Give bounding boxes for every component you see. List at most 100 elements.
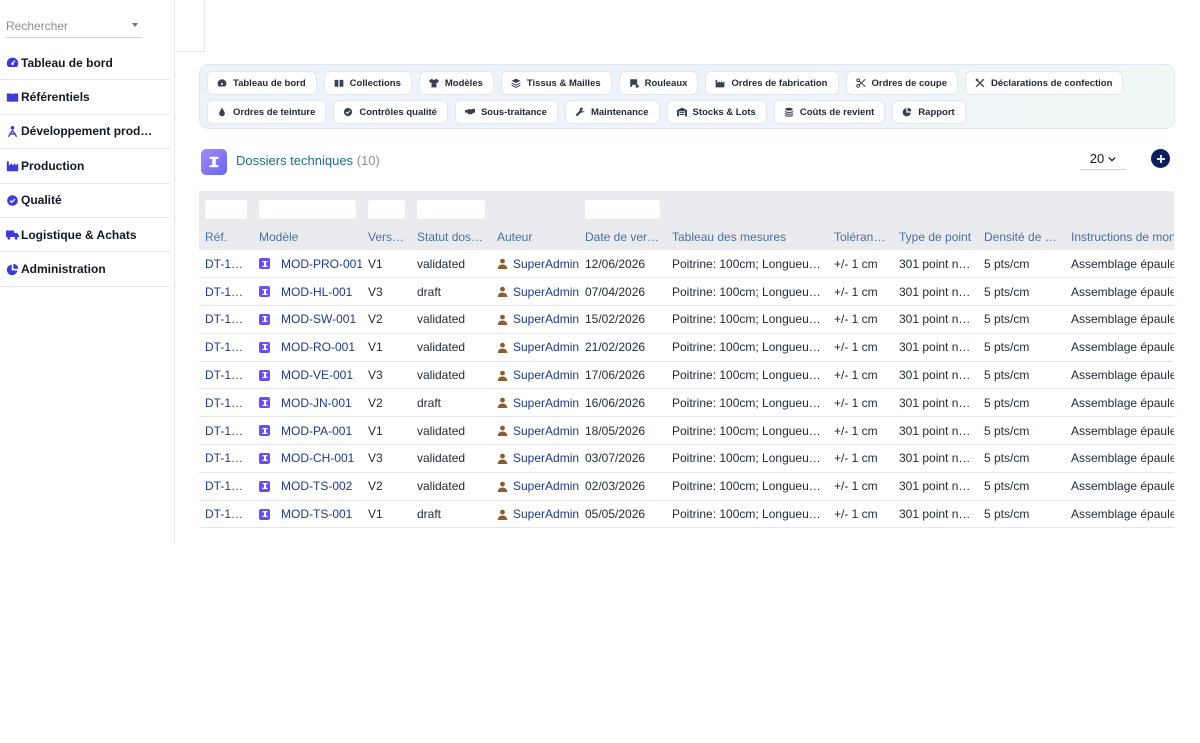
cell-ref[interactable]: DT-1008	[199, 305, 253, 334]
nav-ordres-fabrication-button[interactable]: Ordres de fabrication	[705, 71, 839, 95]
cell-ref[interactable]: DT-1007	[199, 333, 253, 362]
col-ref[interactable]: Réf.	[199, 223, 253, 250]
model-link[interactable]: MOD-VE-001	[281, 368, 353, 382]
author-link[interactable]: SuperAdmin	[513, 424, 579, 438]
nav-stocks-button[interactable]: Stocks & Lots	[666, 100, 767, 124]
chevron-down-icon[interactable]	[132, 23, 138, 27]
table-row[interactable]: DT-1005 MOD-JN-001 V2 draft SuperAdmin 16/06/…	[199, 388, 1174, 418]
author-link[interactable]: SuperAdmin	[513, 368, 579, 382]
nav-tissus-button[interactable]: Tissus & Mailles	[500, 71, 612, 95]
model-link[interactable]: MOD-CH-001	[281, 451, 354, 465]
table-row[interactable]: DT-1006 MOD-VE-001 V3 validated SuperAdmin 17…	[199, 361, 1174, 390]
cell-author[interactable]: SuperAdmin	[491, 388, 579, 418]
col-measures[interactable]: Tableau des mesures	[666, 223, 828, 250]
table-row[interactable]: DT-1003 MOD-CH-001 V3 validated SuperAdmin 03…	[199, 444, 1174, 473]
col-stitch[interactable]: Type de point	[893, 223, 978, 250]
filter-model-input[interactable]	[259, 199, 356, 219]
table-row[interactable]: DT-1009 MOD-HL-001 V3 draft SuperAdmin 07/04/…	[199, 277, 1174, 307]
cell-ref[interactable]: DT-1002	[199, 472, 253, 501]
cell-ref[interactable]: DT-1001	[199, 500, 253, 529]
sidebar-item-qualite[interactable]: Qualité	[0, 184, 170, 218]
cell-author[interactable]: SuperAdmin	[491, 361, 579, 390]
cell-model[interactable]: MOD-SW-001	[253, 305, 362, 334]
author-link[interactable]: SuperAdmin	[513, 451, 579, 465]
table-row[interactable]: DT-1010 MOD-PRO-001 V1 validated SuperAdmin 1…	[199, 250, 1174, 279]
sidebar-item-logistique[interactable]: Logistique & Achats	[0, 218, 170, 253]
nav-couts-button[interactable]: Coûts de revient	[773, 100, 886, 124]
cell-ref[interactable]: DT-1010	[199, 250, 253, 279]
author-link[interactable]: SuperAdmin	[513, 479, 579, 493]
cell-model[interactable]: MOD-PA-001	[253, 416, 362, 446]
col-model[interactable]: Modèle	[253, 223, 362, 250]
table-row[interactable]: DT-1004 MOD-PA-001 V1 validated SuperAdmin 18…	[199, 416, 1174, 446]
table-row[interactable]: DT-1002 MOD-TS-002 V2 validated SuperAdmin 02…	[199, 472, 1174, 501]
model-link[interactable]: MOD-RO-001	[281, 340, 355, 354]
nav-tableau-de-bord-button[interactable]: Tableau de bord	[207, 71, 317, 95]
cell-model[interactable]: MOD-TS-001	[253, 500, 362, 529]
per-page-select[interactable]: 20	[1080, 148, 1126, 170]
cell-model[interactable]: MOD-CH-001	[253, 444, 362, 473]
col-author[interactable]: Auteur	[491, 223, 579, 250]
nav-ordres-teinture-button[interactable]: Ordres de teinture	[207, 100, 327, 124]
cell-model[interactable]: MOD-TS-002	[253, 472, 362, 501]
author-link[interactable]: SuperAdmin	[513, 285, 579, 299]
cell-model[interactable]: MOD-JN-001	[253, 388, 362, 418]
cell-author[interactable]: SuperAdmin	[491, 472, 579, 501]
model-link[interactable]: MOD-SW-001	[281, 312, 356, 326]
nav-rouleaux-button[interactable]: Rouleaux	[618, 71, 699, 95]
sidebar-item-tableau-de-bord[interactable]: Tableau de bord	[0, 46, 170, 81]
author-link[interactable]: SuperAdmin	[513, 507, 579, 521]
cell-author[interactable]: SuperAdmin	[491, 277, 579, 307]
nav-collections-button[interactable]: Collections	[323, 71, 412, 95]
cell-model[interactable]: MOD-PRO-001	[253, 250, 362, 279]
model-link[interactable]: MOD-PRO-001	[281, 257, 362, 271]
table-row[interactable]: DT-1007 MOD-RO-001 V1 validated SuperAdmin 21…	[199, 333, 1174, 362]
model-link[interactable]: MOD-TS-002	[281, 479, 352, 493]
cell-author[interactable]: SuperAdmin	[491, 444, 579, 473]
nav-rapport-button[interactable]: Rapport	[892, 100, 966, 124]
search-box[interactable]	[6, 14, 142, 38]
nav-maintenance-button[interactable]: Maintenance	[564, 100, 660, 124]
sidebar-item-administration[interactable]: Administration	[0, 252, 170, 287]
table-row[interactable]: DT-1008 MOD-SW-001 V2 validated SuperAdmin 15…	[199, 305, 1174, 334]
nav-sous-traitance-button[interactable]: Sous-traitance	[454, 100, 558, 124]
cell-model[interactable]: MOD-RO-001	[253, 333, 362, 362]
cell-author[interactable]: SuperAdmin	[491, 500, 579, 529]
cell-author[interactable]: SuperAdmin	[491, 416, 579, 446]
model-link[interactable]: MOD-PA-001	[281, 424, 352, 438]
nav-modeles-button[interactable]: Modèles	[418, 71, 494, 95]
filter-status-input[interactable]	[417, 199, 485, 219]
author-link[interactable]: SuperAdmin	[513, 257, 579, 271]
author-link[interactable]: SuperAdmin	[513, 312, 579, 326]
col-tolerance[interactable]: Tolérances	[828, 223, 893, 250]
model-link[interactable]: MOD-JN-001	[281, 396, 352, 410]
cell-author[interactable]: SuperAdmin	[491, 250, 579, 279]
sidebar-item-developpement[interactable]: Développement prod…	[0, 115, 170, 150]
nav-ordres-coupe-button[interactable]: Ordres de coupe	[845, 71, 958, 95]
cell-author[interactable]: SuperAdmin	[491, 333, 579, 362]
model-link[interactable]: MOD-HL-001	[281, 285, 352, 299]
author-link[interactable]: SuperAdmin	[513, 340, 579, 354]
cell-model[interactable]: MOD-VE-001	[253, 361, 362, 390]
filter-ref-input[interactable]	[205, 199, 247, 219]
table-row[interactable]: DT-1001 MOD-TS-001 V1 draft SuperAdmin 05/05/…	[199, 500, 1174, 529]
col-density[interactable]: Densité de p…	[978, 223, 1065, 250]
cell-ref[interactable]: DT-1009	[199, 277, 253, 307]
cell-model[interactable]: MOD-HL-001	[253, 277, 362, 307]
model-link[interactable]: MOD-TS-001	[281, 507, 352, 521]
filter-version-input[interactable]	[368, 199, 405, 219]
col-date[interactable]: Date de vers…	[579, 223, 666, 250]
filter-date-input[interactable]	[585, 199, 660, 219]
col-instructions[interactable]: Instructions de montage	[1065, 223, 1174, 250]
nav-declarations-button[interactable]: Déclarations de confection	[965, 71, 1124, 95]
col-status[interactable]: Statut dossier	[411, 223, 491, 250]
author-link[interactable]: SuperAdmin	[513, 396, 579, 410]
cell-ref[interactable]: DT-1006	[199, 361, 253, 390]
cell-author[interactable]: SuperAdmin	[491, 305, 579, 334]
sidebar-item-production[interactable]: Production	[0, 149, 170, 184]
cell-ref[interactable]: DT-1003	[199, 444, 253, 473]
sidebar-item-referentiels[interactable]: Référentiels	[0, 80, 170, 115]
nav-controles-qualite-button[interactable]: Contrôles qualité	[333, 100, 448, 124]
cell-ref[interactable]: DT-1004	[199, 416, 253, 446]
search-input[interactable]	[6, 14, 126, 38]
